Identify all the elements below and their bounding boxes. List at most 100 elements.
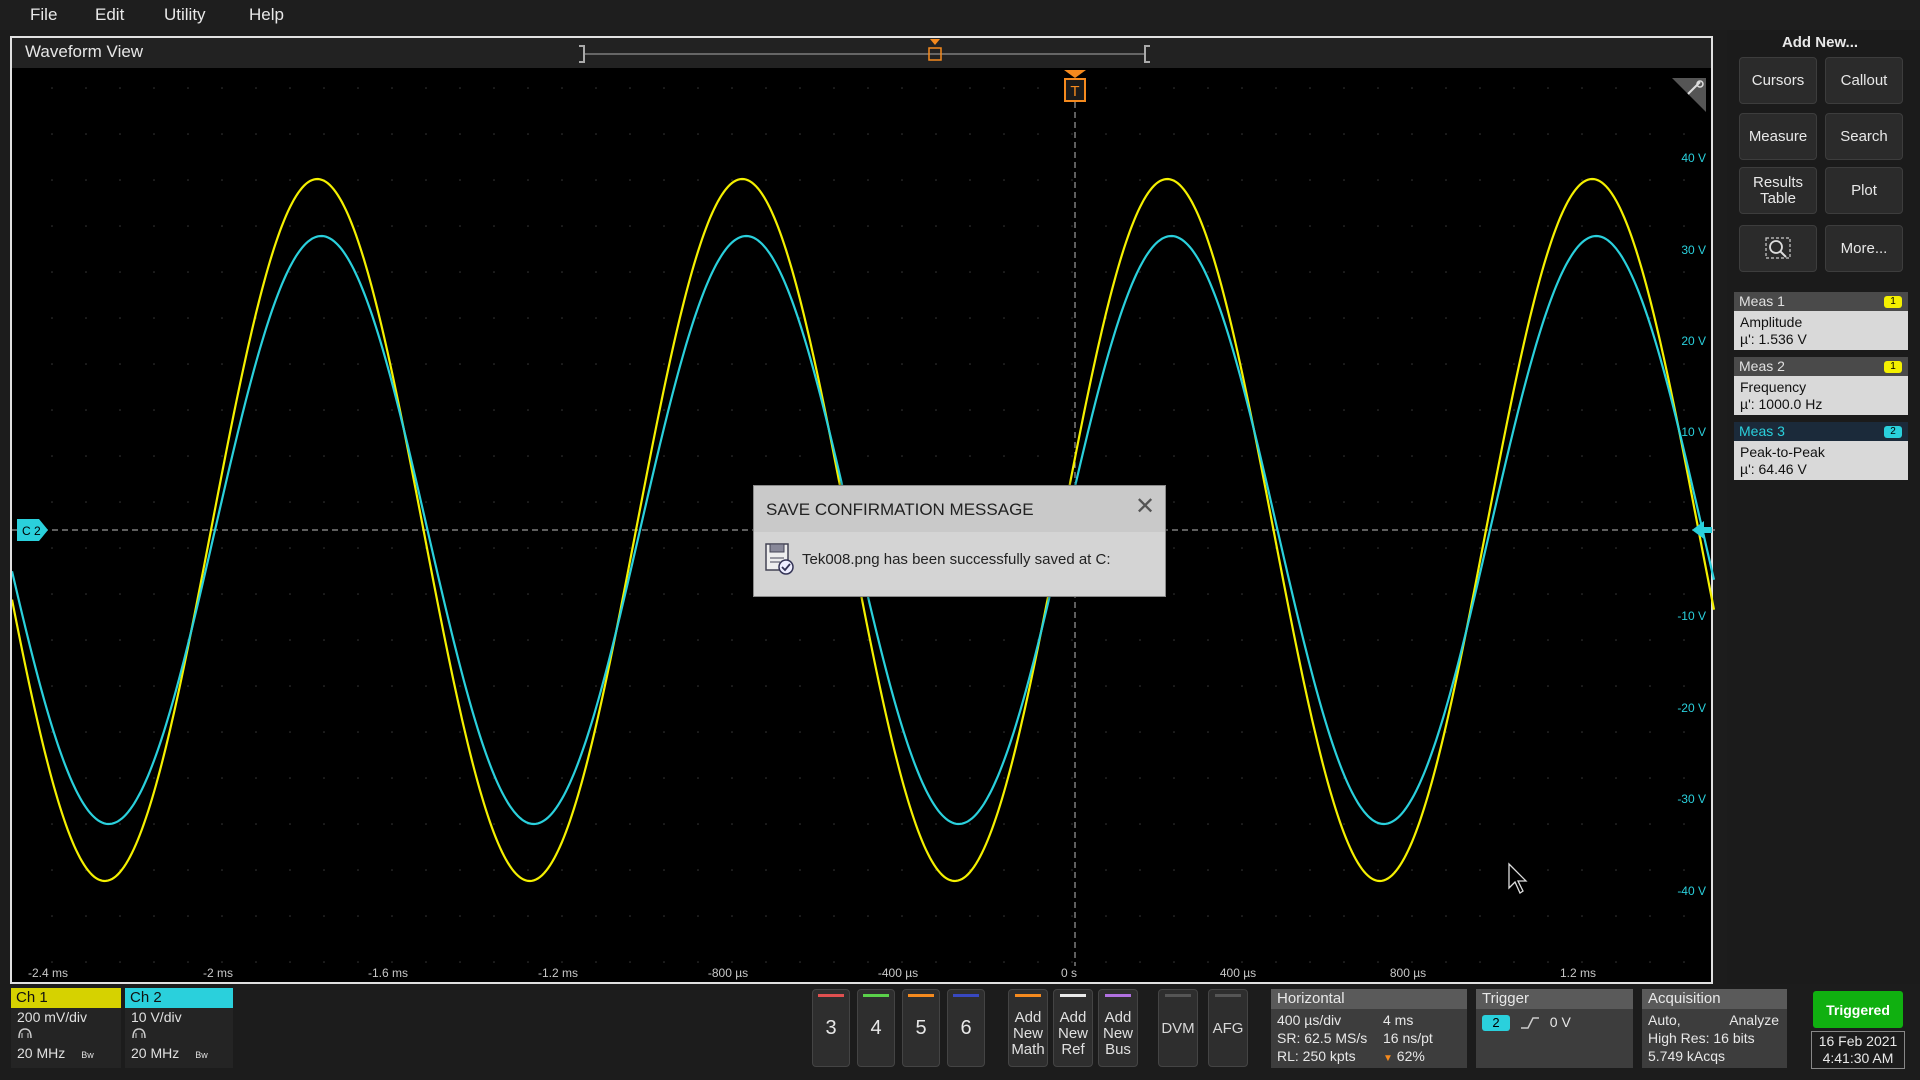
ch2-offset-marker[interactable]: C 2 xyxy=(17,519,48,541)
trigger-badge[interactable]: Trigger 2 0 V xyxy=(1476,989,1633,1068)
graticule-dot xyxy=(425,363,427,365)
graticule-dot xyxy=(221,639,223,641)
graticule-dot xyxy=(629,547,631,549)
add-new-ref-button[interactable]: Add New Ref xyxy=(1053,989,1093,1067)
graticule-dot xyxy=(85,409,87,411)
cursors-button[interactable]: Cursors xyxy=(1739,57,1817,104)
ch1-badge[interactable]: Ch 1 200 mV/div 20 MHz Bw xyxy=(11,988,121,1068)
plot-button[interactable]: Plot xyxy=(1825,167,1903,214)
acquisition-badge[interactable]: Acquisition Auto, Analyze High Res: 16 bi… xyxy=(1642,989,1787,1068)
graticule-dot xyxy=(221,777,223,779)
afg-button[interactable]: AFG xyxy=(1208,989,1248,1067)
graticule-dot xyxy=(1547,823,1549,825)
horizontal-badge[interactable]: Horizontal 400 µs/div 4 ms SR: 62.5 MS/s 1… xyxy=(1271,989,1467,1068)
graticule-dot xyxy=(1309,363,1311,365)
graticule-dot xyxy=(1139,179,1141,181)
close-icon[interactable]: ✕ xyxy=(1135,495,1155,519)
graticule-dot xyxy=(1377,593,1379,595)
graticule-dot xyxy=(1615,501,1617,503)
meas-3-badge[interactable]: Meas 3 2 Peak-to-Peak µ': 64.46 V xyxy=(1734,422,1908,482)
graticule-dot xyxy=(1207,87,1209,89)
graticule-dot xyxy=(1547,547,1549,549)
graticule-dot xyxy=(221,823,223,825)
callout-button[interactable]: Callout xyxy=(1825,57,1903,104)
menu-file[interactable]: File xyxy=(26,3,61,27)
graticule-dot xyxy=(119,409,121,411)
record-overview-bar[interactable] xyxy=(579,39,1150,63)
graticule-dot xyxy=(1547,731,1549,733)
menu-utility[interactable]: Utility xyxy=(160,3,210,27)
ch5-button[interactable]: 5 xyxy=(902,989,940,1067)
graticule-dot xyxy=(289,869,291,871)
graticule-dot xyxy=(595,455,597,457)
graticule-dot xyxy=(969,271,971,273)
graticule-dot xyxy=(391,823,393,825)
ch2-badge[interactable]: Ch 2 10 V/div 20 MHz Bw xyxy=(125,988,233,1068)
add-new-math-button[interactable]: Add New Math xyxy=(1008,989,1048,1067)
measure-button[interactable]: Measure xyxy=(1739,113,1817,160)
menu-edit[interactable]: Edit xyxy=(91,3,128,27)
graticule-dot xyxy=(731,685,733,687)
search-button[interactable]: Search xyxy=(1825,113,1903,160)
graticule-dot xyxy=(527,455,529,457)
meas-2-badge[interactable]: Meas 2 1 Frequency µ': 1000.0 Hz xyxy=(1734,357,1908,417)
graticule-dot xyxy=(357,685,359,687)
graticule-dot xyxy=(1275,593,1277,595)
add-new-bus-button[interactable]: Add New Bus xyxy=(1098,989,1138,1067)
graticule-dot xyxy=(1071,731,1073,733)
graticule-dot xyxy=(731,455,733,457)
graticule-dot xyxy=(1309,271,1311,273)
graticule-dot xyxy=(595,501,597,503)
graticule-dot xyxy=(1003,133,1005,135)
graticule-dot xyxy=(1581,455,1583,457)
graticule-dot xyxy=(731,961,733,963)
ch4-button[interactable]: 4 xyxy=(857,989,895,1067)
graticule-dot xyxy=(527,869,529,871)
graticule-dot xyxy=(1445,777,1447,779)
graticule-dot xyxy=(391,179,393,181)
graticule-dot xyxy=(323,317,325,319)
graticule-dot xyxy=(765,409,767,411)
graticule-dot xyxy=(391,87,393,89)
graticule-dot xyxy=(493,271,495,273)
graticule-dot xyxy=(765,179,767,181)
dvm-button[interactable]: DVM xyxy=(1158,989,1198,1067)
graticule-dot xyxy=(1445,271,1447,273)
graticule-dot xyxy=(425,777,427,779)
menu-help[interactable]: Help xyxy=(245,3,288,27)
expand-corner-icon[interactable] xyxy=(1672,78,1706,112)
trigger-status-indicator[interactable]: Triggered xyxy=(1813,991,1903,1028)
trigger-position-marker[interactable]: T xyxy=(1064,70,1086,102)
trigger-level-marker[interactable] xyxy=(1692,521,1712,539)
ch6-button[interactable]: 6 xyxy=(947,989,985,1067)
save-confirmation-dialog[interactable]: SAVE CONFIRMATION MESSAGE ✕ Tek008.png h… xyxy=(753,485,1166,597)
horizontal-ns-per-pt: 16 ns/pt xyxy=(1383,1030,1433,1046)
graticule-dot xyxy=(833,225,835,227)
zoom-button[interactable] xyxy=(1739,225,1817,272)
more-button[interactable]: More... xyxy=(1825,225,1903,272)
graticule-dot xyxy=(187,731,189,733)
graticule-dot xyxy=(1037,685,1039,687)
mouse-pointer-icon xyxy=(1508,862,1528,894)
graticule-dot xyxy=(493,685,495,687)
voltage-axis-label: 40 V xyxy=(1681,151,1706,165)
graticule-dot xyxy=(187,87,189,89)
graticule-dot xyxy=(1071,179,1073,181)
graticule-dot xyxy=(1377,87,1379,89)
ch3-button[interactable]: 3 xyxy=(812,989,850,1067)
graticule-dot xyxy=(629,823,631,825)
graticule-dot xyxy=(697,593,699,595)
afg-label: AFG xyxy=(1212,1019,1244,1037)
graticule-dot xyxy=(1581,87,1583,89)
graticule-dot xyxy=(561,179,563,181)
graticule-dot xyxy=(1615,87,1617,89)
meas-1-badge[interactable]: Meas 1 1 Amplitude µ': 1.536 V xyxy=(1734,292,1908,352)
graticule-dot xyxy=(1241,271,1243,273)
graticule-dot xyxy=(289,639,291,641)
graticule-dot xyxy=(1581,179,1583,181)
results-table-button[interactable]: Results Table xyxy=(1739,167,1817,214)
graticule-dot xyxy=(697,455,699,457)
graticule-dot xyxy=(187,317,189,319)
graticule-dot xyxy=(255,455,257,457)
graticule-dot xyxy=(1241,225,1243,227)
